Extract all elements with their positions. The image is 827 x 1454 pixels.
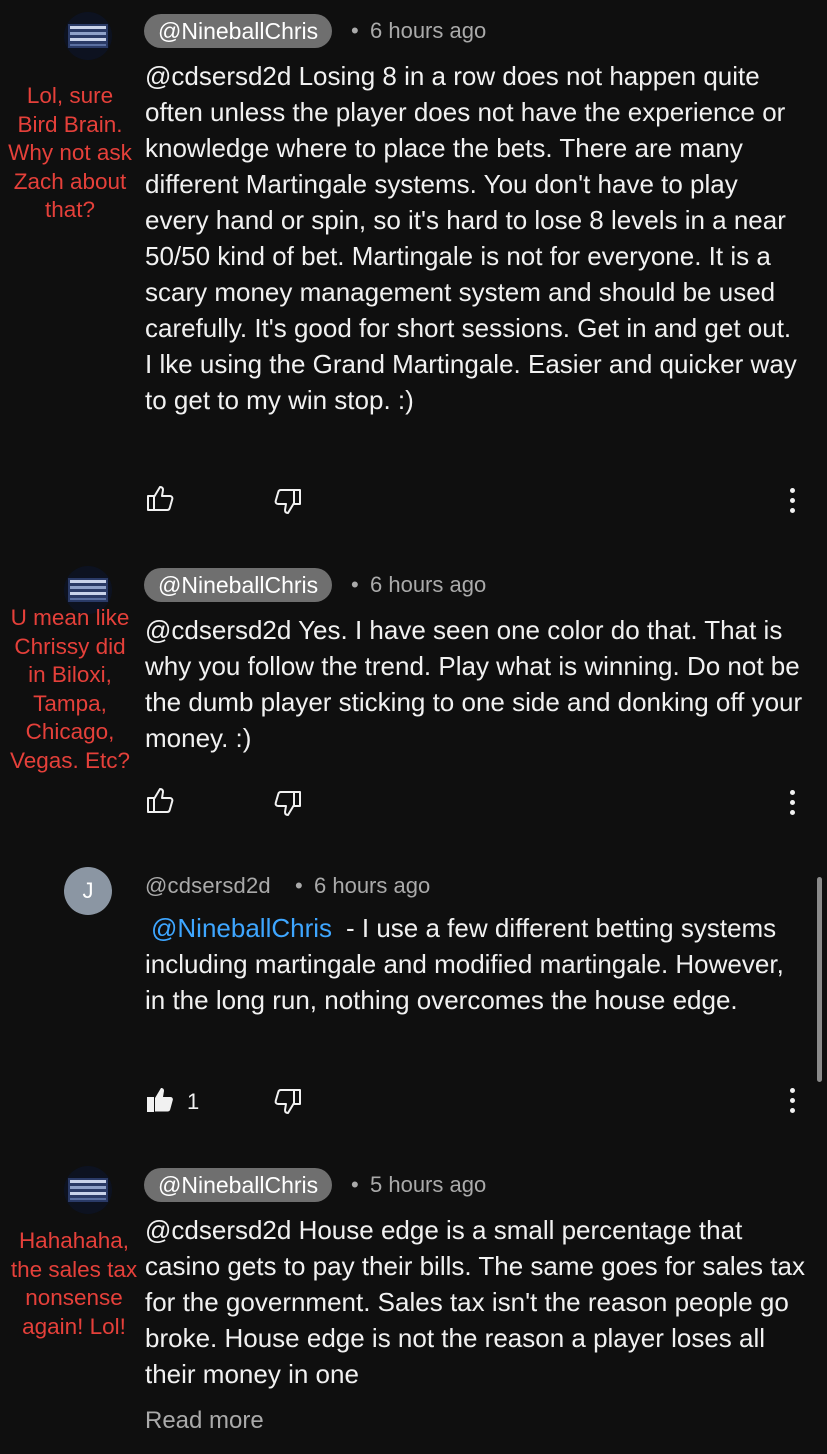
thumbs-down-icon[interactable]	[272, 788, 304, 820]
comment-text: @cdsersd2d Yes. I have seen one color do…	[145, 615, 803, 753]
timestamp[interactable]: 6 hours ago	[314, 873, 430, 899]
separator-dot: •	[351, 572, 359, 597]
author-name[interactable]: @cdsersd2d	[145, 873, 271, 899]
avatar[interactable]: J	[64, 867, 112, 915]
separator-dot: •	[351, 1172, 359, 1197]
read-more-link[interactable]: Read more	[145, 1407, 264, 1435]
separator-dot: •	[295, 873, 303, 898]
more-vertical-icon[interactable]	[787, 488, 797, 518]
thumbs-up-icon[interactable]	[144, 784, 176, 816]
thumbs-down-icon[interactable]	[272, 1086, 304, 1118]
scrollbar[interactable]	[817, 877, 822, 1082]
timestamp[interactable]: 6 hours ago	[370, 572, 486, 598]
avatar[interactable]	[64, 12, 112, 60]
more-vertical-icon[interactable]	[787, 790, 797, 820]
comment-text: @cdsersd2d House edge is a small percent…	[145, 1215, 805, 1389]
annotation-text: Lol, sure Bird Brain. Why not ask Zach a…	[8, 83, 132, 222]
author-chip[interactable]: @NineballChris	[144, 14, 333, 48]
avatar[interactable]	[64, 1166, 112, 1214]
annotation-text: U mean like Chrissy did in Biloxi, Tampa…	[9, 605, 131, 773]
annotation-text: Hahahaha, the sales tax nonsense again! …	[10, 1228, 138, 1339]
timestamp[interactable]: 6 hours ago	[370, 18, 486, 44]
avatar-image	[64, 12, 112, 60]
separator-dot: •	[351, 18, 359, 43]
thumbs-down-icon[interactable]	[272, 486, 304, 518]
comment-text: @cdsersd2d Losing 8 in a row does not ha…	[145, 61, 797, 415]
mention-link[interactable]: @NineballChris	[151, 913, 332, 943]
author-chip[interactable]: @NineballChris	[144, 1168, 333, 1202]
like-count: 1	[187, 1089, 200, 1114]
thumbs-up-filled-icon[interactable]	[144, 1084, 176, 1116]
timestamp[interactable]: 5 hours ago	[370, 1172, 486, 1198]
thumbs-up-icon[interactable]	[144, 482, 176, 514]
more-vertical-icon[interactable]	[787, 1088, 797, 1118]
avatar-image	[64, 1166, 112, 1214]
author-chip[interactable]: @NineballChris	[144, 568, 333, 602]
comment-text: @NineballChris - I use a few different be…	[145, 910, 805, 1018]
